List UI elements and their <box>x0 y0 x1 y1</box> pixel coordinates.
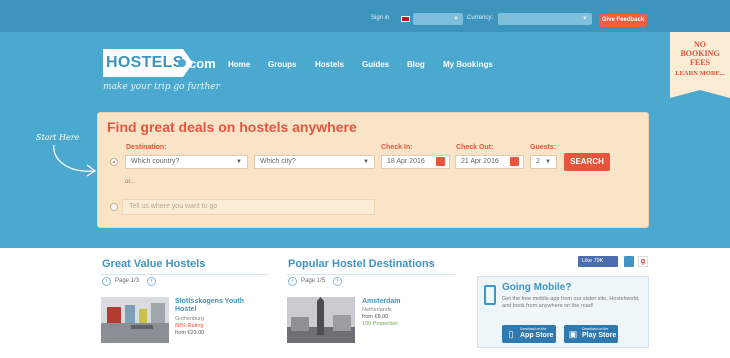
popular-destinations-title: Popular Hostel Destinations <box>288 258 435 270</box>
prev-page-icon[interactable]: ‹ <box>288 277 297 286</box>
search-title: Find great deals on hostels anywhere <box>107 119 357 135</box>
mobile-app-promo: Going Mobile? Get the free mobile app fr… <box>477 276 649 348</box>
playstore-small-text: Download on the <box>582 327 609 331</box>
promo-line1: NO <box>694 40 706 49</box>
top-utility-bar: Sign in English ▼ Currency: Euro ▼ Give … <box>0 0 730 32</box>
mobile-description: Get the free mobile app from our sister … <box>502 296 640 309</box>
app-store-button[interactable]: ▯ Download on the App Store <box>502 325 556 343</box>
currency-select[interactable]: Euro ▼ <box>498 13 592 25</box>
promo-line3: FEES <box>689 58 710 67</box>
currency-label: Currency: <box>467 15 494 21</box>
facebook-like-button[interactable]: Like 79K <box>578 256 618 267</box>
free-text-radio[interactable] <box>110 203 118 211</box>
city-value: Which city? <box>260 158 296 165</box>
country-value: Which country? <box>131 158 180 165</box>
chevron-down-icon: ▼ <box>545 159 551 165</box>
hostel-name-link[interactable]: Slottsskogens Youth Hostel <box>175 298 265 314</box>
checkin-label: Check In: <box>381 144 413 151</box>
logo-dot <box>178 59 186 67</box>
uk-flag-icon <box>401 16 410 22</box>
checkin-value: 18 Apr 2016 <box>387 158 425 165</box>
country-select[interactable]: Which country? ▼ <box>125 155 248 169</box>
nav-hostels[interactable]: Hostels <box>315 60 344 69</box>
divider <box>101 274 269 275</box>
search-button[interactable]: SEARCH <box>564 153 610 171</box>
destination-country: Netherlands <box>362 307 392 313</box>
great-value-title: Great Value Hostels <box>102 258 206 270</box>
next-page-icon[interactable]: › <box>333 277 342 286</box>
checkin-field[interactable]: 18 Apr 2016 <box>381 155 450 169</box>
logo-suffix: com <box>189 56 216 71</box>
checkout-value: 21 Apr 2016 <box>461 158 499 165</box>
currency-value: Euro <box>502 16 515 22</box>
play-store-button[interactable]: ▣ Download on the Play Store <box>564 325 618 343</box>
destination-properties: 100 Properties <box>362 321 398 327</box>
search-panel: Find great deals on hostels anywhere Des… <box>97 112 649 228</box>
nav-groups[interactable]: Groups <box>268 60 296 69</box>
destination-name-link[interactable]: Amsterdam <box>362 298 452 306</box>
city-select[interactable]: Which city? ▼ <box>254 155 375 169</box>
chevron-down-icon: ▼ <box>363 159 369 165</box>
curved-arrow-icon <box>53 144 97 177</box>
destination-thumbnail[interactable] <box>287 297 355 343</box>
language-select[interactable]: English ▼ <box>413 13 463 25</box>
popular-pager: Page 1/5 <box>301 278 326 284</box>
appstore-small-text: Download on the <box>520 327 547 331</box>
checkout-label: Check Out: <box>456 144 494 151</box>
hostel-city: Gothenburg <box>175 316 205 322</box>
nav-my-bookings[interactable]: My Bookings <box>443 60 493 69</box>
playstore-label: Play Store <box>582 332 617 339</box>
next-page-icon[interactable]: › <box>147 277 156 286</box>
phone-icon <box>484 285 496 305</box>
chevron-down-icon: ▼ <box>453 16 459 22</box>
nav-guides[interactable]: Guides <box>362 60 389 69</box>
learn-more-link[interactable]: LEARN MORE... <box>670 69 730 78</box>
guests-value: 2 <box>536 158 540 165</box>
promo-line2: BOOKING <box>680 49 720 58</box>
destination-radio[interactable] <box>110 158 118 166</box>
chevron-down-icon: ▼ <box>582 16 588 22</box>
divider <box>287 274 455 275</box>
hostel-rating: 88% Rating <box>175 323 204 329</box>
badge-ribbon-tail <box>670 90 730 98</box>
hostel-price: from €23.00 <box>175 330 205 336</box>
hostel-photo <box>101 297 169 343</box>
guests-select[interactable]: 2 ▼ <box>530 155 557 169</box>
hostel-thumbnail[interactable] <box>101 297 169 343</box>
appstore-label: App Store <box>520 332 554 339</box>
free-destination-input[interactable]: Tell us where you want to go <box>122 199 375 215</box>
guests-label: Guests: <box>530 144 557 151</box>
mobile-title: Going Mobile? <box>502 282 572 293</box>
tagline: make your trip go further <box>103 82 220 92</box>
nav-blog[interactable]: Blog <box>407 60 425 69</box>
signin-link[interactable]: Sign in <box>371 15 389 21</box>
twitter-icon[interactable] <box>624 256 634 267</box>
chevron-down-icon: ▼ <box>236 159 242 165</box>
android-icon: ▣ <box>568 329 578 339</box>
calendar-icon[interactable] <box>436 157 445 166</box>
calendar-icon[interactable] <box>510 157 519 166</box>
apple-icon: ▯ <box>508 329 514 339</box>
start-here-hint: Start Here <box>36 133 80 142</box>
language-value: English <box>417 16 437 22</box>
checkout-field[interactable]: 21 Apr 2016 <box>455 155 524 169</box>
destination-label: Destination: <box>126 144 167 151</box>
prev-page-icon[interactable]: ‹ <box>102 277 111 286</box>
give-feedback-button[interactable]: Give Feedback <box>599 14 647 27</box>
city-photo <box>287 297 355 343</box>
no-booking-fees-badge[interactable]: NO BOOKING FEES LEARN MORE... <box>670 32 730 90</box>
or-separator: or... <box>125 179 136 185</box>
destination-price: from €8.00 <box>362 314 389 320</box>
google-plus-icon[interactable]: g <box>638 256 648 267</box>
logo-text: HOSTELS <box>103 49 183 77</box>
nav-home[interactable]: Home <box>228 60 250 69</box>
great-value-pager: Page 1/3 <box>115 278 140 284</box>
